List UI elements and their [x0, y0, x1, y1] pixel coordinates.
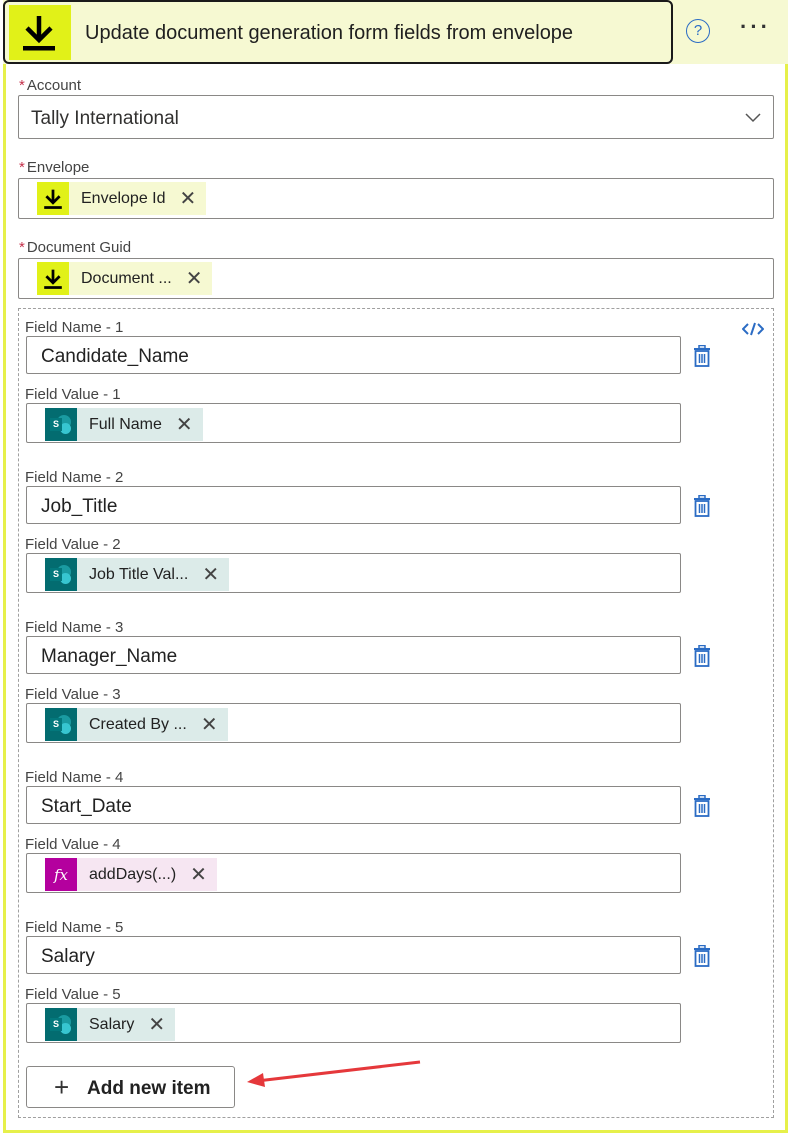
field-name-input[interactable]: Start_Date	[26, 786, 681, 824]
field-name-value: Start_Date	[41, 796, 132, 817]
field-value-label: Field Value - 2	[25, 536, 121, 553]
field-name-label: Field Name - 5	[25, 919, 124, 936]
chevron-down-icon	[745, 110, 761, 128]
field-name-value: Salary	[41, 946, 95, 967]
delete-icon[interactable]	[693, 344, 711, 372]
sharepoint-icon: S	[45, 558, 77, 591]
field-value-label: Field Value - 5	[25, 986, 121, 1003]
dynamic-content-token[interactable]: S Full Name ✕	[45, 408, 203, 441]
envelope-id-token[interactable]: Envelope Id ✕	[37, 182, 207, 215]
sharepoint-icon: S	[45, 408, 77, 441]
document-guid-field[interactable]: Document ... ✕	[18, 258, 774, 299]
help-icon[interactable]: ?	[686, 19, 710, 43]
field-name-label: Field Name - 4	[25, 769, 124, 786]
field-name-input[interactable]: Salary	[26, 936, 681, 974]
download-connector-icon	[37, 182, 69, 215]
token-label: Created By ...	[89, 715, 187, 733]
account-dropdown[interactable]: Tally International	[18, 95, 774, 139]
field-value-label: Field Value - 1	[25, 386, 121, 403]
remove-token-icon[interactable]: ✕	[190, 865, 207, 885]
document-token[interactable]: Document ... ✕	[37, 262, 213, 295]
remove-token-icon[interactable]: ✕	[202, 565, 219, 585]
field-name-value: Candidate_Name	[41, 346, 189, 367]
delete-icon[interactable]	[693, 944, 711, 972]
remove-token-icon[interactable]: ✕	[201, 715, 218, 735]
field-value-input[interactable]: S Salary ✕	[26, 1003, 681, 1043]
sharepoint-icon: S	[45, 708, 77, 741]
envelope-label: * Envelope	[19, 159, 89, 176]
token-label: Job Title Val...	[89, 565, 189, 583]
download-connector-icon	[37, 262, 69, 295]
remove-token-icon[interactable]: ✕	[176, 415, 193, 435]
token-label: Full Name	[89, 415, 162, 433]
plus-icon: +	[54, 1072, 70, 1102]
annotation-arrow	[245, 1058, 425, 1093]
account-value: Tally International	[31, 108, 179, 129]
field-name-input[interactable]: Candidate_Name	[26, 336, 681, 374]
envelope-field[interactable]: Envelope Id ✕	[18, 178, 774, 219]
field-value-input[interactable]: S Created By ... ✕	[26, 703, 681, 743]
token-label: Document ...	[81, 269, 172, 287]
add-new-item-button[interactable]: + Add new item	[26, 1066, 235, 1108]
field-name-value: Job_Title	[41, 496, 118, 517]
delete-icon[interactable]	[693, 494, 711, 522]
account-label: * Account	[19, 77, 81, 94]
dynamic-content-token[interactable]: S Created By ... ✕	[45, 708, 228, 741]
token-label: addDays(...)	[89, 865, 177, 883]
field-name-input[interactable]: Manager_Name	[26, 636, 681, 674]
remove-token-icon[interactable]: ✕	[148, 1015, 165, 1035]
required-marker: *	[19, 159, 25, 176]
add-new-item-label: Add new item	[87, 1078, 211, 1099]
remove-token-icon[interactable]: ✕	[186, 269, 203, 289]
envelope-label-text: Envelope	[26, 159, 90, 176]
delete-icon[interactable]	[693, 644, 711, 672]
switch-to-code-icon[interactable]	[741, 322, 765, 339]
field-name-label: Field Name - 3	[25, 619, 124, 636]
document-guid-label-text: Document Guid	[26, 239, 132, 256]
field-name-input[interactable]: Job_Title	[26, 486, 681, 524]
field-name-value: Manager_Name	[41, 646, 178, 667]
field-value-label: Field Value - 4	[25, 836, 121, 853]
field-value-label: Field Value - 3	[25, 686, 121, 703]
remove-token-icon[interactable]: ✕	[180, 189, 197, 209]
field-value-input[interactable]: S Job Title Val... ✕	[26, 553, 681, 593]
field-name-label: Field Name - 1	[25, 319, 124, 336]
field-value-input[interactable]: fx addDays(...) ✕	[26, 853, 681, 893]
fx-icon: fx	[45, 858, 77, 891]
expression-token[interactable]: fx addDays(...) ✕	[45, 858, 217, 891]
action-title-bar[interactable]: Update document generation form fields f…	[3, 0, 673, 64]
sharepoint-icon: S	[45, 1008, 77, 1041]
document-guid-label: * Document Guid	[19, 239, 131, 256]
dynamic-content-token[interactable]: S Salary ✕	[45, 1008, 176, 1041]
field-value-input[interactable]: S Full Name ✕	[26, 403, 681, 443]
more-options-icon[interactable]: ···	[740, 14, 771, 40]
delete-icon[interactable]	[693, 794, 711, 822]
field-name-label: Field Name - 2	[25, 469, 124, 486]
download-connector-icon	[9, 5, 71, 60]
required-marker: *	[19, 239, 25, 256]
action-title: Update document generation form fields f…	[85, 22, 574, 44]
account-label-text: Account	[26, 77, 82, 94]
required-marker: *	[19, 77, 25, 94]
token-label: Envelope Id	[81, 189, 166, 207]
dynamic-content-token[interactable]: S Job Title Val... ✕	[45, 558, 230, 591]
token-label: Salary	[89, 1015, 135, 1033]
